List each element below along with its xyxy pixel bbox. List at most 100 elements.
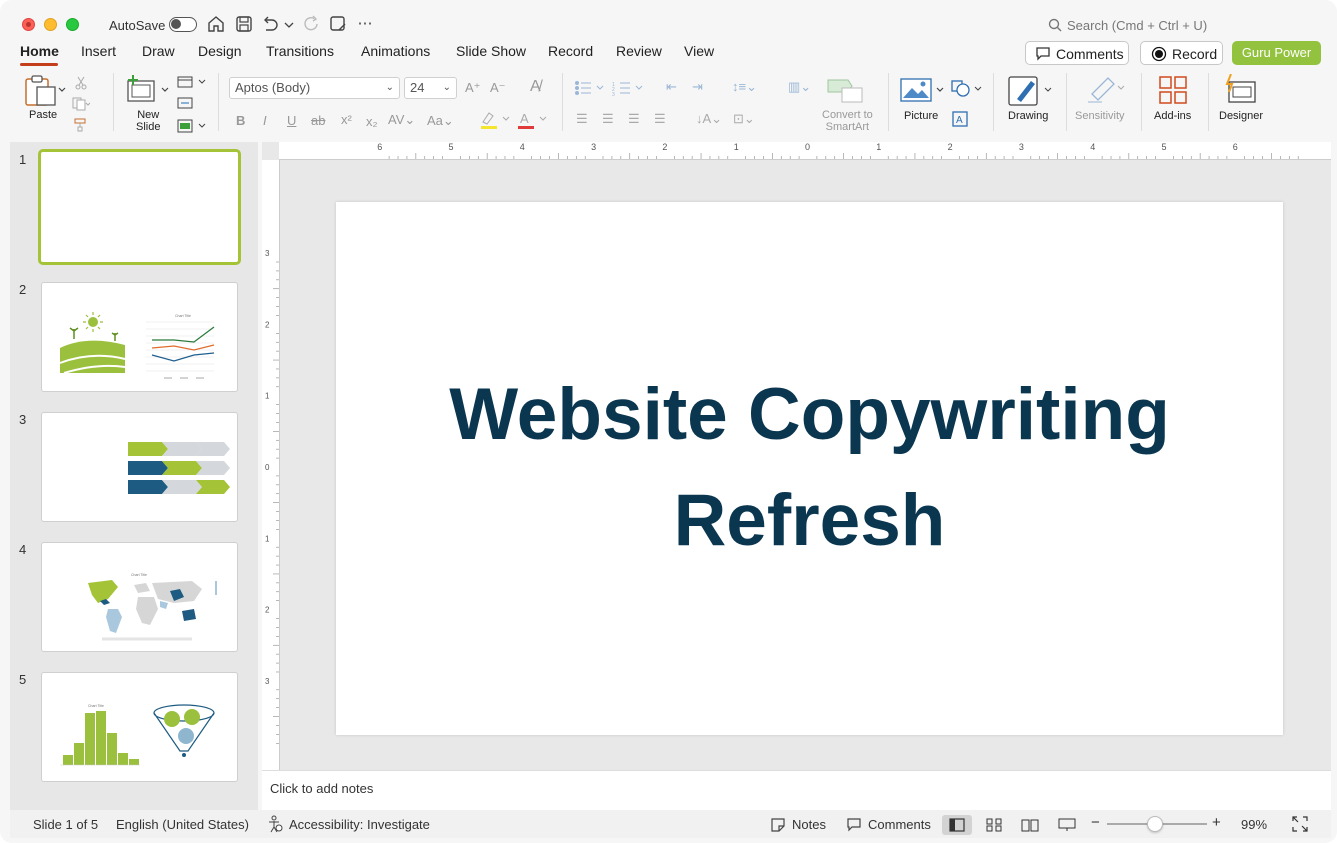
copy-icon[interactable] [72, 97, 90, 111]
zoom-in-icon[interactable]: + [1212, 814, 1221, 831]
current-slide[interactable]: Website Copywriting Refresh [336, 202, 1283, 735]
tab-home[interactable]: Home [20, 43, 59, 59]
tab-slide-show[interactable]: Slide Show [456, 43, 526, 59]
line-spacing-icon[interactable]: ↕≡⌄ [732, 79, 757, 95]
increase-font-icon[interactable]: A⁺ [465, 80, 481, 96]
paste-icon[interactable] [24, 75, 58, 107]
reading-view-button[interactable] [1014, 815, 1044, 835]
font-name-value: Aptos (Body) [235, 80, 311, 95]
save-icon[interactable] [234, 14, 254, 34]
strikethrough-icon[interactable]: ab [311, 113, 325, 128]
slide-thumbnail-1[interactable] [38, 149, 241, 265]
tab-record[interactable]: Record [548, 43, 593, 59]
slide-title-textbox[interactable]: Website Copywriting Refresh [336, 362, 1283, 574]
section-icon[interactable] [177, 119, 207, 133]
increase-indent-icon[interactable]: ⇥ [692, 79, 703, 95]
subscript-icon[interactable]: x₂ [366, 114, 378, 129]
save-as-icon[interactable] [328, 14, 348, 34]
minimize-window-button[interactable] [44, 18, 57, 31]
designer-icon[interactable] [1223, 74, 1257, 104]
bold-icon[interactable]: B [236, 113, 245, 128]
ribbon-separator [888, 73, 889, 131]
textbox-icon[interactable]: A [952, 111, 968, 127]
tab-review[interactable]: Review [616, 43, 662, 59]
change-case-icon[interactable]: Aa⌄ [427, 113, 454, 129]
smartart-icon[interactable] [826, 76, 870, 104]
tab-view[interactable]: View [684, 43, 714, 59]
close-window-button[interactable] [22, 18, 35, 31]
tab-insert[interactable]: Insert [81, 43, 116, 59]
tab-animations[interactable]: Animations [361, 43, 430, 59]
slide-sorter-button[interactable] [979, 815, 1009, 835]
guru-power-button[interactable]: Guru Power [1232, 41, 1321, 65]
picture-dropdown-icon[interactable] [936, 86, 944, 94]
home-icon[interactable] [206, 14, 226, 34]
tab-transitions[interactable]: Transitions [266, 43, 334, 59]
zoom-slider-thumb[interactable] [1147, 816, 1163, 832]
decrease-font-icon[interactable]: A⁻ [490, 80, 506, 96]
maximize-window-button[interactable] [66, 18, 79, 31]
shapes-icon[interactable] [951, 80, 983, 98]
ribbon-tabs: Home Insert Draw Design Transitions Anim… [0, 42, 1337, 68]
record-button[interactable]: Record [1140, 41, 1223, 65]
undo-icon[interactable] [260, 14, 280, 34]
paste-dropdown-icon[interactable] [58, 86, 66, 94]
layout-icon[interactable] [177, 76, 207, 88]
undo-dropdown-icon[interactable] [282, 14, 296, 34]
justify-icon[interactable]: ☰ [654, 111, 666, 127]
new-slide-dropdown-icon[interactable] [161, 86, 169, 94]
highlight-icon[interactable] [479, 110, 511, 130]
text-direction-icon[interactable]: ↓A⌄ [696, 111, 722, 127]
notes-pane[interactable]: Click to add notes [262, 770, 1331, 810]
notes-toggle[interactable]: Notes [792, 817, 826, 832]
font-size-dropdown[interactable]: 24 ⌄ [404, 77, 457, 99]
align-text-icon[interactable]: ⊡⌄ [733, 111, 755, 127]
tab-draw[interactable]: Draw [142, 43, 175, 59]
columns-icon[interactable]: ▥⌄ [788, 79, 811, 95]
addins-icon[interactable] [1158, 75, 1188, 105]
align-center-icon[interactable]: ☰ [602, 111, 614, 127]
superscript-icon[interactable]: x² [341, 112, 352, 127]
redo-icon[interactable] [302, 14, 322, 34]
clear-formatting-icon[interactable]: A̸ [530, 78, 541, 96]
picture-icon[interactable] [900, 78, 932, 102]
slide-thumbnail-5[interactable]: Chart Title [41, 672, 238, 782]
slide-thumbnail-2[interactable]: Chart Title [41, 282, 238, 392]
tab-design[interactable]: Design [198, 43, 242, 59]
search-input[interactable]: Search (Cmd + Ctrl + U) [1067, 18, 1207, 33]
accessibility-status[interactable]: Accessibility: Investigate [289, 817, 430, 832]
search-icon[interactable] [1048, 18, 1062, 32]
underline-icon[interactable]: U [287, 113, 296, 128]
format-painter-icon[interactable] [73, 118, 89, 132]
slide-thumbnail-3[interactable] [41, 412, 238, 522]
align-right-icon[interactable]: ☰ [628, 111, 640, 127]
cut-icon[interactable] [74, 76, 88, 90]
drawing-icon[interactable] [1007, 75, 1053, 107]
font-name-dropdown[interactable]: Aptos (Body) ⌄ [229, 77, 400, 99]
language-indicator[interactable]: English (United States) [116, 817, 249, 832]
bullets-numbering-icons[interactable]: 123 [574, 80, 672, 96]
fit-to-window-icon[interactable] [1292, 816, 1308, 832]
notes-icon[interactable] [770, 817, 786, 832]
autosave-toggle[interactable] [169, 17, 197, 32]
normal-view-button[interactable] [942, 815, 972, 835]
new-slide-icon[interactable] [126, 75, 158, 103]
comments-button[interactable]: Comments [1025, 41, 1129, 65]
slide-thumbnail-4[interactable]: Chart Title [41, 542, 238, 652]
font-color-icon[interactable]: A [516, 110, 548, 130]
ruler-label: 1 [265, 534, 270, 543]
character-spacing-icon[interactable]: AV⌄ [388, 112, 415, 128]
align-left-icon[interactable]: ☰ [576, 111, 588, 127]
zoom-out-icon[interactable]: − [1091, 814, 1100, 831]
accessibility-icon[interactable] [267, 815, 283, 833]
more-icon[interactable]: ⋯ [355, 14, 375, 34]
zoom-level[interactable]: 99% [1241, 817, 1267, 832]
reset-slide-icon[interactable] [177, 97, 193, 109]
slideshow-view-button[interactable] [1051, 815, 1081, 835]
comments-toggle[interactable]: Comments [868, 817, 931, 832]
decrease-indent-icon[interactable]: ⇤ [666, 79, 677, 95]
sensitivity-icon[interactable] [1086, 74, 1126, 104]
italic-icon[interactable]: I [263, 113, 267, 128]
comment-icon[interactable] [846, 817, 862, 832]
slide-4-chart-title: Chart Title [131, 573, 147, 577]
